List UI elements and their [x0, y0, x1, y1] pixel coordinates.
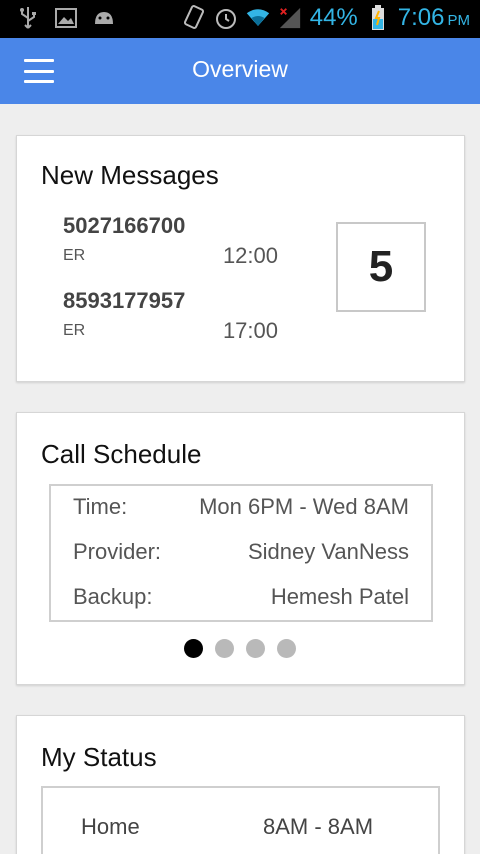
message-number: 5027166700 — [63, 213, 186, 238]
schedule-label: Time: — [73, 494, 128, 519]
clock-ampm: PM — [447, 12, 471, 29]
new-messages-title: New Messages — [41, 160, 219, 190]
status-label: Home — [81, 814, 140, 839]
clock: 7:06 PM — [398, 4, 470, 32]
status-value: 8AM - 8AM — [263, 814, 374, 839]
message-dept: ER — [63, 247, 86, 264]
overview-content[interactable]: New Messages 5027166700 ER 12:00 8593177… — [0, 104, 480, 854]
schedule-label: Provider: — [73, 539, 162, 564]
page-title: Overview — [192, 56, 288, 82]
message-count-badge[interactable]: 5 — [336, 222, 426, 312]
app-bar: Overview — [0, 38, 480, 104]
schedule-row-provider: Provider: Sidney VanNess — [73, 539, 409, 569]
status-bar-system: 44% 7:06 PM — [182, 4, 470, 32]
signal-icon — [278, 6, 302, 30]
vibrate-icon — [182, 5, 206, 30]
new-messages-card[interactable]: New Messages 5027166700 ER 12:00 8593177… — [16, 135, 465, 382]
call-schedule-title: Call Schedule — [41, 439, 202, 469]
pager-dot[interactable] — [277, 639, 296, 658]
message-dept: ER — [63, 322, 86, 339]
my-status-card[interactable]: My Status Home 8AM - 8AM — [16, 715, 465, 854]
usb-icon — [16, 6, 40, 30]
schedule-row-time: Time: Mon 6PM - Wed 8AM — [73, 494, 409, 524]
message-number: 8593177957 — [63, 288, 186, 313]
battery-percent: 44% — [309, 4, 358, 31]
pager-dot[interactable] — [246, 639, 265, 658]
wifi-icon — [246, 6, 270, 30]
call-schedule-card[interactable]: Call Schedule Time: Mon 6PM - Wed 8AM Pr… — [16, 412, 465, 685]
alarm-icon — [214, 6, 238, 30]
message-item[interactable]: 5027166700 ER 12:00 — [63, 213, 278, 268]
schedule-value: Sidney VanNess — [247, 539, 409, 564]
schedule-value: Mon 6PM - Wed 8AM — [199, 494, 409, 519]
battery-icon — [366, 5, 390, 30]
status-bar-notifications — [16, 6, 116, 30]
pager-dot[interactable] — [184, 639, 203, 658]
message-time: 12:00 — [222, 243, 278, 268]
android-icon — [92, 6, 116, 30]
image-icon — [54, 6, 78, 30]
schedule-details: Time: Mon 6PM - Wed 8AM Provider: Sidney… — [49, 484, 433, 622]
status-bar: 44% 7:06 PM — [0, 0, 480, 38]
message-time: 17:00 — [222, 318, 278, 343]
status-details: Home 8AM - 8AM — [41, 786, 440, 854]
my-status-title: My Status — [41, 742, 157, 772]
schedule-value: Hemesh Patel — [270, 584, 409, 609]
schedule-row-backup: Backup: Hemesh Patel — [73, 584, 409, 614]
schedule-pager — [184, 639, 296, 658]
clock-time: 7:06 — [397, 4, 445, 31]
schedule-label: Backup: — [73, 584, 153, 609]
pager-dot[interactable] — [215, 639, 234, 658]
message-item[interactable]: 8593177957 ER 17:00 — [63, 288, 278, 343]
